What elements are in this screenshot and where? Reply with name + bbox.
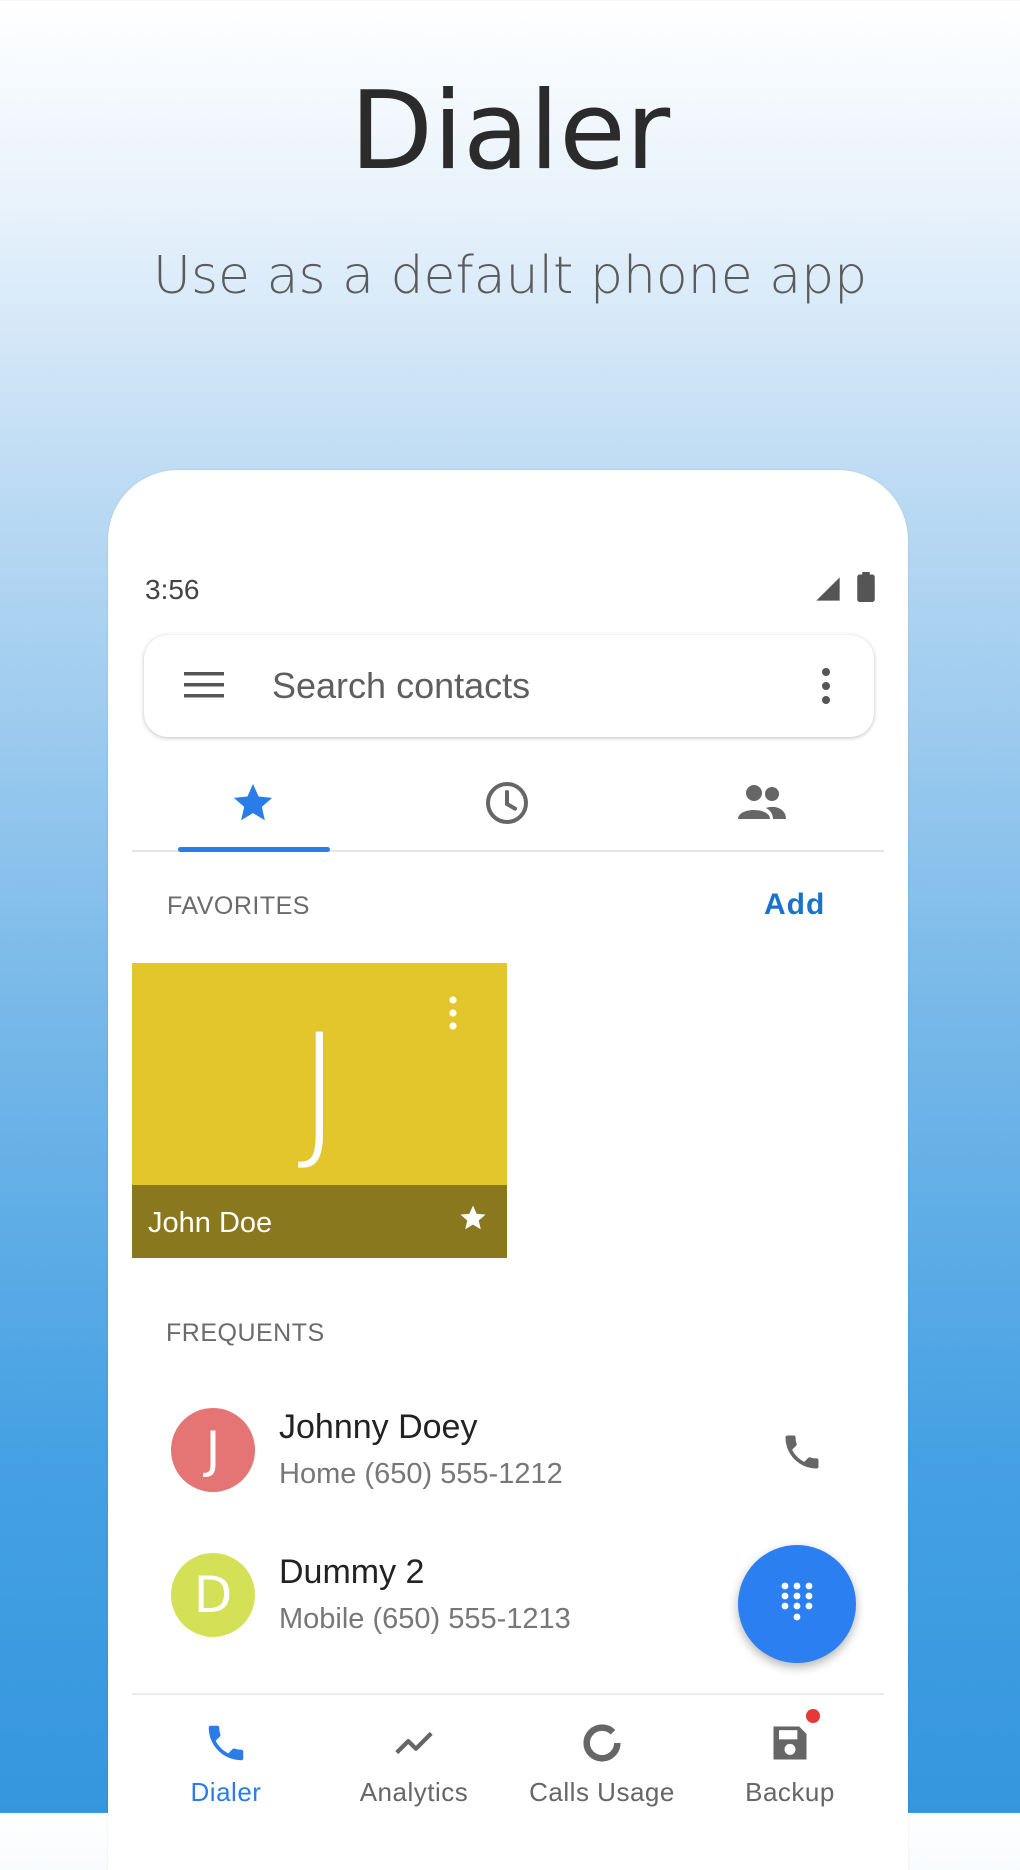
- favorite-name: John Doe: [148, 1207, 273, 1239]
- tab-favorites[interactable]: [178, 760, 328, 850]
- search-input[interactable]: [272, 663, 772, 709]
- contact-detail: Home (650) 555-1212: [279, 1458, 563, 1490]
- menu-icon[interactable]: [184, 670, 224, 705]
- favorite-card[interactable]: J John Doe: [132, 963, 507, 1258]
- contact-name: Johnny Doey: [279, 1408, 478, 1446]
- more-vert-icon[interactable]: [820, 666, 832, 711]
- nav-calls-usage[interactable]: Calls Usage: [508, 1695, 696, 1825]
- nav-label: Dialer: [190, 1777, 262, 1807]
- trending-icon: [384, 1713, 444, 1773]
- tab-bar: [132, 760, 884, 852]
- favorites-label: FAVORITES: [167, 892, 310, 920]
- favorite-card-footer: John Doe: [132, 1185, 507, 1258]
- avatar: J: [171, 1408, 255, 1492]
- more-vert-icon[interactable]: [447, 995, 459, 1036]
- add-favorite-button[interactable]: Add: [764, 888, 825, 922]
- star-icon[interactable]: [458, 1203, 488, 1238]
- phone-frame: 3:56 Search contacts FAVORITES Add J Joh…: [108, 470, 908, 1870]
- nav-label: Analytics: [359, 1777, 469, 1807]
- frequents-label: FREQUENTS: [166, 1319, 325, 1347]
- phone-icon: [196, 1713, 256, 1773]
- people-icon: [736, 783, 788, 828]
- notification-badge: [806, 1709, 820, 1723]
- signal-icon: [814, 575, 842, 608]
- nav-analytics[interactable]: Analytics: [320, 1695, 508, 1825]
- phone-icon[interactable]: [780, 1430, 824, 1479]
- nav-backup[interactable]: Backup: [696, 1695, 884, 1825]
- contact-detail: Mobile (650) 555-1213: [279, 1603, 571, 1635]
- list-item[interactable]: J Johnny Doey Home (650) 555-1212: [108, 1408, 908, 1528]
- nav-dialer[interactable]: Dialer: [132, 1695, 320, 1825]
- tab-recents[interactable]: [432, 760, 582, 850]
- nav-label: Calls Usage: [529, 1777, 675, 1807]
- bottom-navigation: Dialer Analytics Calls Usage Backup: [132, 1693, 884, 1825]
- tab-indicator: [178, 847, 330, 852]
- favorite-initial: J: [297, 1003, 342, 1177]
- promo-title: Dialer: [349, 69, 671, 194]
- tab-contacts[interactable]: [687, 760, 837, 850]
- star-icon: [230, 780, 276, 831]
- clock-icon: [483, 779, 531, 832]
- nav-label: Backup: [745, 1777, 835, 1807]
- status-time: 3:56: [145, 574, 200, 605]
- contact-name: Dummy 2: [279, 1553, 425, 1591]
- status-bar: 3:56: [108, 570, 908, 610]
- search-bar[interactable]: [144, 635, 874, 737]
- battery-icon: [856, 572, 876, 607]
- promo-subtitle: Use as a default phone app: [152, 246, 868, 306]
- donut-icon: [572, 1713, 632, 1773]
- avatar: D: [171, 1553, 255, 1637]
- dialpad-icon: [777, 1580, 817, 1629]
- dialpad-button[interactable]: [738, 1545, 856, 1663]
